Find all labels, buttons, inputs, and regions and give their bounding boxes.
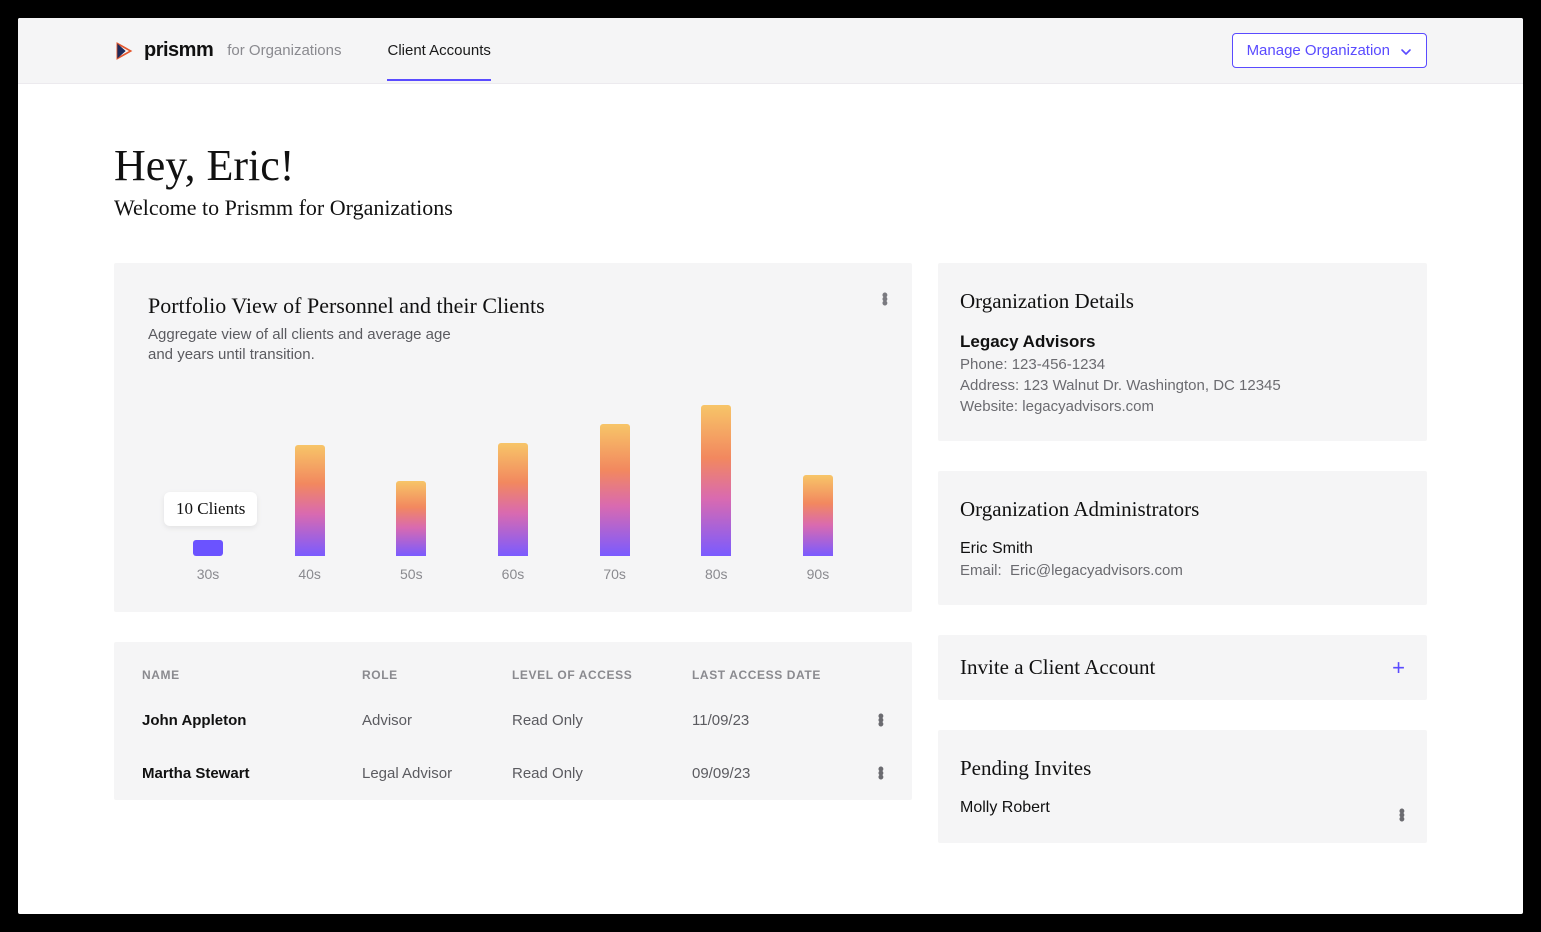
row-menu-button[interactable]: ••• [844, 767, 884, 779]
table-row[interactable]: Martha StewartLegal AdvisorRead Only09/0… [114, 747, 912, 800]
pending-invites-panel: Pending Invites Molly Robert ••• [938, 730, 1427, 843]
chart-tooltip: 10 Clients [164, 492, 257, 526]
admin-email: Email: Eric@legacyadvisors.com [960, 562, 1405, 579]
bar-label-50s: 50s [381, 566, 441, 582]
org-address: Address: 123 Walnut Dr. Washington, DC 1… [960, 377, 1405, 394]
bar-col-30s[interactable]: 30s10 Clients [178, 540, 238, 556]
org-details-panel: Organization Details Legacy Advisors Pho… [938, 263, 1427, 441]
portfolio-chart-card: Portfolio View of Personnel and their Cl… [114, 263, 912, 612]
col-header-name: NAME [142, 668, 362, 682]
table-header-row: NAME ROLE LEVEL OF ACCESS LAST ACCESS DA… [114, 642, 912, 694]
bar-col-80s[interactable]: 80s [686, 405, 746, 556]
bar-50s [396, 481, 426, 556]
cell-role: Advisor [362, 712, 512, 729]
chart-title: Portfolio View of Personnel and their Cl… [148, 293, 878, 319]
manage-organization-label: Manage Organization [1247, 42, 1390, 59]
org-details-title: Organization Details [960, 289, 1405, 314]
bar-label-60s: 60s [483, 566, 543, 582]
org-admins-panel: Organization Administrators Eric Smith E… [938, 471, 1427, 605]
org-name: Legacy Advisors [960, 332, 1405, 352]
bar-70s [600, 424, 630, 556]
kebab-icon: ••• [878, 706, 884, 734]
cell-last-access: 09/09/23 [692, 765, 844, 782]
bar-col-40s[interactable]: 40s [280, 445, 340, 556]
kebab-icon: ••• [882, 285, 888, 313]
pending-invite-name: Molly Robert [960, 799, 1405, 817]
cell-name: Martha Stewart [142, 765, 362, 782]
bar-col-50s[interactable]: 50s [381, 481, 441, 556]
bar-col-90s[interactable]: 90s [788, 475, 848, 556]
bar-chart: 30s10 Clients40s50s60s70s80s90s [148, 386, 878, 586]
bar-80s [701, 405, 731, 556]
bar-label-30s: 30s [178, 566, 238, 582]
cell-access: Read Only [512, 765, 692, 782]
main-column: Portfolio View of Personnel and their Cl… [114, 263, 912, 800]
brand-name: prismm [144, 39, 213, 62]
table-row[interactable]: John AppletonAdvisorRead Only11/09/23••• [114, 694, 912, 747]
admin-name: Eric Smith [960, 540, 1405, 558]
org-admins-title: Organization Administrators [960, 497, 1405, 522]
brand-sub: for Organizations [227, 42, 341, 59]
side-column: Organization Details Legacy Advisors Pho… [938, 263, 1427, 843]
col-header-access: LEVEL OF ACCESS [512, 668, 692, 682]
logo-icon [114, 41, 134, 61]
bar-col-70s[interactable]: 70s [585, 424, 645, 556]
row-menu-button[interactable]: ••• [844, 714, 884, 726]
cell-name: John Appleton [142, 712, 362, 729]
org-website: Website: legacyadvisors.com [960, 398, 1405, 415]
bar-40s [295, 445, 325, 556]
kebab-icon: ••• [878, 759, 884, 787]
content: Hey, Eric! Welcome to Prismm for Organiz… [18, 84, 1523, 843]
invite-client-panel[interactable]: Invite a Client Account + [938, 635, 1427, 700]
invite-add-button[interactable]: + [1392, 657, 1405, 679]
col-header-last: LAST ACCESS DATE [692, 668, 844, 682]
pending-invites-title: Pending Invites [960, 756, 1405, 781]
cell-role: Legal Advisor [362, 765, 512, 782]
kebab-icon: ••• [1399, 801, 1405, 829]
manage-organization-button[interactable]: Manage Organization [1232, 33, 1427, 68]
col-header-role: ROLE [362, 668, 512, 682]
cell-access: Read Only [512, 712, 692, 729]
client-accounts-table: NAME ROLE LEVEL OF ACCESS LAST ACCESS DA… [114, 642, 912, 800]
plus-icon: + [1392, 655, 1405, 680]
bar-label-70s: 70s [585, 566, 645, 582]
greeting: Hey, Eric! [114, 140, 1427, 191]
nav-tabs: Client Accounts [387, 20, 490, 81]
cell-last-access: 11/09/23 [692, 712, 844, 729]
tab-client-accounts[interactable]: Client Accounts [387, 20, 490, 81]
subgreeting: Welcome to Prismm for Organizations [114, 195, 1427, 221]
topbar-left: prismm for Organizations Client Accounts [114, 20, 491, 81]
columns: Portfolio View of Personnel and their Cl… [114, 263, 1427, 843]
invite-client-title: Invite a Client Account [960, 655, 1155, 680]
bar-label-80s: 80s [686, 566, 746, 582]
chart-description: Aggregate view of all clients and averag… [148, 325, 478, 366]
bar-90s [803, 475, 833, 556]
pending-invite-menu-button[interactable]: ••• [1399, 809, 1405, 821]
bar-col-60s[interactable]: 60s [483, 443, 543, 556]
bar-label-90s: 90s [788, 566, 848, 582]
topbar: prismm for Organizations Client Accounts… [18, 18, 1523, 84]
chevron-down-icon [1400, 45, 1412, 57]
bar-label-40s: 40s [280, 566, 340, 582]
table-body: John AppletonAdvisorRead Only11/09/23•••… [114, 694, 912, 800]
chart-menu-button[interactable]: ••• [882, 293, 888, 305]
bar-60s [498, 443, 528, 556]
org-phone: Phone: 123-456-1234 [960, 356, 1405, 373]
bar-30s [193, 540, 223, 556]
